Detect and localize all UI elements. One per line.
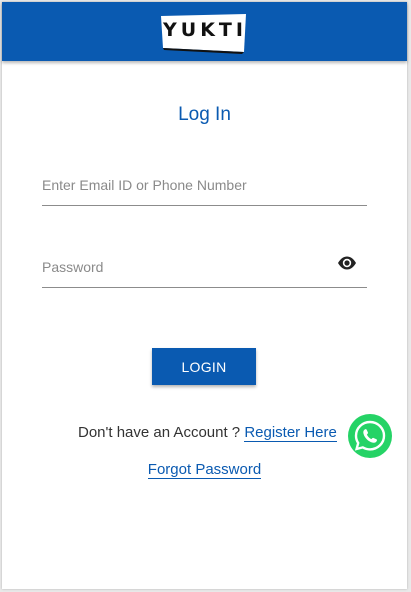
whatsapp-icon[interactable]: [346, 412, 394, 460]
yukti-logo[interactable]: YUKTI: [158, 12, 248, 54]
email-phone-input[interactable]: [42, 177, 367, 206]
register-prompt-text: Don't have an Account ?: [78, 424, 245, 441]
forgot-password-link[interactable]: Forgot Password: [147, 461, 262, 479]
register-prompt-line: Don't have an Account ? Register Here: [78, 424, 337, 442]
login-button[interactable]: LOGIN: [152, 348, 256, 385]
eye-icon[interactable]: [337, 255, 357, 271]
forgot-password-row: Forgot Password: [2, 461, 407, 479]
app-header: YUKTI: [2, 2, 407, 61]
login-page: YUKTI Log In LOGIN Don't have an Account…: [2, 2, 407, 589]
register-here-link[interactable]: Register Here: [244, 424, 337, 442]
logo-text: YUKTI: [163, 19, 247, 41]
page-title: Log In: [178, 104, 231, 125]
password-input[interactable]: [42, 259, 367, 288]
